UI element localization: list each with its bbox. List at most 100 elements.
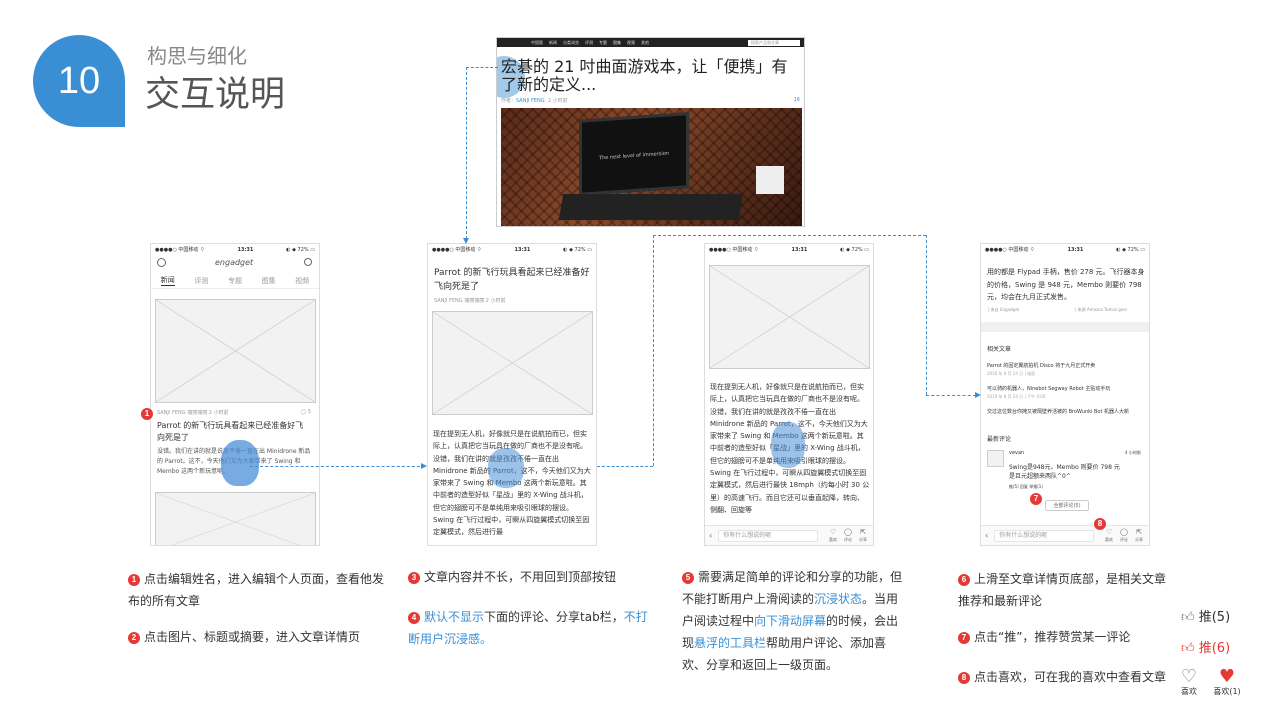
floating-toolbar: ‹ 你有什么想说的呢 ♡ 喜欢 ◯ 评论 ⇱ 分享 <box>705 525 873 545</box>
note-6: 6 上滑至文章详情页底部，是相关文章推荐和最新评论 <box>958 572 1167 608</box>
commenter-name[interactable]: vevan <box>1009 450 1024 456</box>
arrow-head <box>975 392 981 398</box>
top-nav: 中国版 新闻 分类浏览 评测 专题 图集 视频 其他 搜索产品和文章 <box>497 38 804 47</box>
commenter-avatar[interactable] <box>987 450 1004 467</box>
nav-item[interactable]: 专题 <box>599 40 607 46</box>
comment-count: ◯ 5 <box>300 409 311 415</box>
like-active[interactable]: ♥ 喜欢(1) <box>1210 668 1244 697</box>
related-item[interactable]: 交过这位数台你摊又被隔壁养活被的 BroWunki Bot 机器人大新 <box>987 408 1129 415</box>
nav-item[interactable]: 中国版 <box>531 40 543 46</box>
note-8: 8 点击喜欢，可在我的喜欢中查看文章 <box>958 666 1168 688</box>
share-button[interactable]: ⇱ 分享 <box>1133 528 1145 544</box>
profile-icon[interactable] <box>157 258 166 267</box>
note-7: 7 点击“推”，推荐赞赏某一评论 <box>958 626 1168 648</box>
laptop-base-graphic <box>558 194 744 220</box>
tab-gallery[interactable]: 图集 <box>262 276 276 286</box>
hand-pointer-icon <box>221 440 259 486</box>
tab-video[interactable]: 视频 <box>295 276 309 286</box>
tab-bar: 新闻 评测 专题 图集 视频 <box>151 273 319 289</box>
floating-toolbar: ‹ 你有什么想说的呢 ♡ 喜欢 ◯ 评论 ⇱ 分享 <box>981 525 1149 545</box>
comment-input[interactable]: 你有什么想说的呢 <box>994 529 1094 542</box>
connector-line <box>466 67 467 239</box>
comment-button[interactable]: ◯ 评论 <box>1118 528 1130 544</box>
tab-news[interactable]: 新闻 <box>160 275 175 286</box>
section-subtitle: 构思与细化 <box>147 44 247 68</box>
connector-line <box>597 466 653 467</box>
monitor-graphic: The next level of immersion <box>579 112 689 196</box>
arrow-head <box>463 238 469 244</box>
phone-article-scrolling: ●●●●○ 中国移动 ⌔ 13:31 ◐ ◆ 72% ▭ 现在提到无人机，好像就只是… <box>704 243 874 546</box>
like-default[interactable]: ♡ 喜欢 <box>1176 668 1202 697</box>
back-icon[interactable]: ‹ <box>709 531 712 540</box>
author-meta[interactable]: SANJI FENG 瑞丽瑞丽 2 小时前 <box>434 297 506 304</box>
tab-topics[interactable]: 专题 <box>228 276 242 286</box>
section-title: 交互说明 <box>145 75 286 115</box>
related-title: 相关文章 <box>987 346 1012 353</box>
arrow-head <box>421 463 427 469</box>
article-headline[interactable]: 宏碁的 21 吋曲面游戏本，让「便携」有了新的定义... <box>501 58 801 94</box>
phone-feed: ●●●●○ 中国移动 ⌔ 13:31 ◐ ◆ 72% ▭ engadget 新闻 评… <box>150 243 320 546</box>
status-bar: ●●●●○ 中国移动 ⌔ 13:31 ◐ ◆ 72% ▭ <box>709 246 869 254</box>
comments-title: 最新评论 <box>987 436 1012 443</box>
image-placeholder[interactable] <box>155 492 316 545</box>
share-button[interactable]: ⇱ 分享 <box>857 528 869 544</box>
note-4: 4 默认不显示下面的评论、分享tab栏，不打断用户沉浸感。 <box>408 610 648 646</box>
search-input[interactable]: 搜索产品和文章 <box>748 39 800 46</box>
search-icon[interactable] <box>304 258 312 266</box>
all-comments-button[interactable]: 全部评论(5) <box>1045 500 1089 511</box>
image-placeholder <box>709 265 870 369</box>
phone-article-detail: ●●●●○ 中国移动 ⌔ 13:31 ◐ ◆ 72% ▭ Parrot 的新飞行玩具… <box>427 243 597 546</box>
app-logo: engadget <box>215 258 254 267</box>
section-number-badge: 10 <box>33 35 125 127</box>
heart-outline-icon: ♡ <box>1180 666 1198 687</box>
app-header: engadget <box>151 255 319 273</box>
status-bar: ●●●●○ 中国移动 ⌔ 13:31 ◐ ◆ 72% ▭ <box>155 246 315 254</box>
image-placeholder[interactable] <box>155 299 316 403</box>
comment-input[interactable]: 你有什么想说的呢 <box>718 529 818 542</box>
comment-count[interactable]: 16 <box>794 97 800 103</box>
related-item[interactable]: Parrot 的固定翼航拍机 Disco 将于九月正式开卖 <box>987 362 1095 369</box>
note-2: 2 点击图片、标题或摘要，进入文章详情页 <box>128 626 390 648</box>
marker-7: 7 <box>1030 488 1046 507</box>
author-link[interactable]: SANJI FENG <box>516 98 545 104</box>
marker-8: 8 <box>1094 513 1110 532</box>
related-date: 2016 年 8 月 24 日 | 下午 4:00 <box>987 394 1046 399</box>
nav-item[interactable]: 分类浏览 <box>563 40 579 46</box>
nav-item[interactable]: 新闻 <box>549 40 557 46</box>
nav-item[interactable]: 图集 <box>613 40 621 46</box>
status-bar: ●●●●○ 中国移动 ⌔ 13:31 ◐ ◆ 72% ▭ <box>432 246 592 254</box>
status-bar: ●●●●○ 中国移动 ⌔ 13:31 ◐ ◆ 72% ▭ <box>985 246 1145 254</box>
tab-reviews[interactable]: 评测 <box>194 276 208 286</box>
note-1: 1 点击编辑姓名，进入编辑个人页面，查看他发布的所有文章 <box>128 572 385 608</box>
comment-time: 4 小时前 <box>1125 450 1141 455</box>
author-meta[interactable]: SANJI FENG 瑞丽瑞丽 2 小时前 <box>157 409 229 416</box>
comment-button[interactable]: ◯ 评论 <box>842 528 854 544</box>
connector-line <box>466 67 498 68</box>
hero-image[interactable]: The next level of immersion <box>501 108 802 226</box>
push-active[interactable]: 👍︎ 推(6) <box>1181 637 1230 656</box>
push-default[interactable]: 👍︎ 推(5) <box>1181 606 1230 625</box>
nav-item[interactable]: 评测 <box>585 40 593 46</box>
related-item[interactable]: 可以骑的机器人，Ninebot Segway Robot 主贴动手玩 <box>987 385 1110 392</box>
hand-pointer-icon <box>771 422 805 468</box>
back-icon[interactable]: ‹ <box>985 531 988 540</box>
connector-line <box>926 235 927 395</box>
connector-line <box>653 235 926 236</box>
article-meta: 作者：SANJI FENG 2 小时前 <box>501 98 568 104</box>
hand-pointer-icon <box>488 448 524 488</box>
thumbs-up-icon: 👍︎ <box>1181 641 1195 656</box>
note-3: 3 文章内容并不长，不用回到顶部按钮 <box>408 566 658 588</box>
nav-item[interactable]: 视频 <box>627 40 635 46</box>
connector-line <box>250 466 425 467</box>
note-5: 5 需要满足简单的评论和分享的功能，但不能打断用户上滑阅读的沉浸状态。当用户阅读过… <box>682 570 903 672</box>
connector-line <box>926 395 976 396</box>
article-headline: Parrot 的新飞行玩具看起来已经准备好飞向死是了 <box>434 268 590 292</box>
source-right: │ 来源 Amazon Tomas gear <box>1074 307 1128 312</box>
desktop-screenshot: 中国版 新闻 分类浏览 评测 专题 图集 视频 其他 搜索产品和文章 宏碁的 2… <box>496 37 805 227</box>
related-date: 2016 年 8 月 24 日 | 瑞丽 <box>987 371 1036 376</box>
source-left: │ 来自 Engadget <box>987 307 1020 312</box>
nav-item[interactable]: 其他 <box>641 40 649 46</box>
connector-line <box>653 235 654 466</box>
like-button[interactable]: ♡ 喜欢 <box>827 528 839 544</box>
heart-filled-icon: ♥ <box>1218 666 1236 687</box>
